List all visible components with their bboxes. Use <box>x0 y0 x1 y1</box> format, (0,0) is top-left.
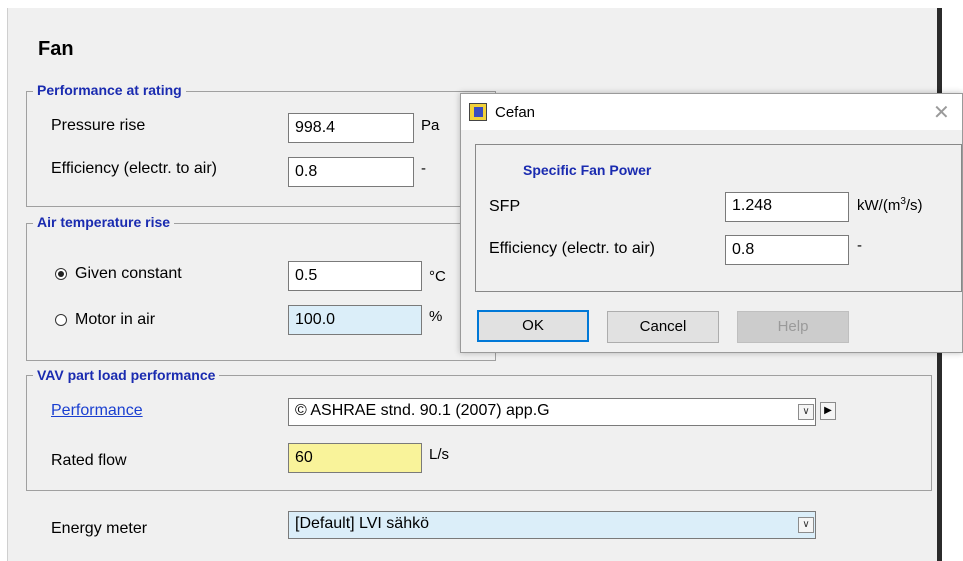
dialog-title: Cefan <box>495 104 536 121</box>
sfp-unit-end: /s) <box>905 197 923 214</box>
pressure-rise-input[interactable]: 998.4 <box>288 113 414 143</box>
ok-button[interactable]: OK <box>477 310 589 342</box>
rated-flow-unit: L/s <box>429 446 450 463</box>
pressure-rise-label: Pressure rise <box>51 117 146 134</box>
given-constant-unit: °C <box>429 268 446 285</box>
performance-link[interactable]: Performance <box>51 402 143 420</box>
panel-title: Fan <box>38 38 74 60</box>
dialog-efficiency-unit: - <box>857 237 862 254</box>
close-icon[interactable]: ✕ <box>933 100 950 125</box>
dialog-title-bar[interactable] <box>461 94 962 130</box>
chevron-down-icon[interactable]: ∨ <box>798 517 814 533</box>
performance-at-rating-legend: Performance at rating <box>33 82 186 98</box>
rated-flow-input[interactable]: 60 <box>288 443 422 473</box>
given-constant-input[interactable]: 0.5 <box>288 261 422 291</box>
sfp-label: SFP <box>489 198 521 215</box>
motor-in-air-label[interactable]: Motor in air <box>75 311 155 329</box>
performance-select[interactable]: © ASHRAE stnd. 90.1 (2007) app.G <box>288 398 816 426</box>
energy-meter-select-value: [Default] LVI sähkö <box>295 515 429 532</box>
air-temperature-rise-legend: Air temperature rise <box>33 214 175 230</box>
air-temperature-rise-group <box>26 223 496 361</box>
cancel-button[interactable]: Cancel <box>607 311 719 343</box>
efficiency-unit: - <box>421 160 426 177</box>
app-icon <box>469 103 487 121</box>
dialog-efficiency-input[interactable]: 0.8 <box>725 235 849 265</box>
energy-meter-select[interactable]: [Default] LVI sähkö <box>288 511 816 539</box>
play-arrow-icon[interactable]: ▶ <box>820 402 836 420</box>
pressure-rise-unit: Pa <box>421 117 440 134</box>
cefan-dialog: Cefan ✕ Specific Fan Power SFP 1.248 kW/… <box>460 93 963 353</box>
efficiency-input[interactable]: 0.8 <box>288 157 414 187</box>
motor-in-air-unit: % <box>429 308 443 325</box>
energy-meter-label: Energy meter <box>51 520 148 537</box>
performance-at-rating-group <box>26 91 496 207</box>
vav-part-load-group <box>26 375 932 491</box>
performance-select-value: © ASHRAE stnd. 90.1 (2007) app.G <box>295 402 550 419</box>
sfp-unit-base: kW/(m <box>857 197 901 214</box>
help-button: Help <box>737 311 849 343</box>
motor-in-air-input: 100.0 <box>288 305 422 335</box>
dialog-efficiency-label: Efficiency (electr. to air) <box>489 240 655 257</box>
sfp-unit: kW/(m3/s) <box>857 196 923 214</box>
given-constant-label[interactable]: Given constant <box>75 265 182 283</box>
vav-part-load-legend: VAV part load performance <box>33 367 220 383</box>
motor-in-air-radio[interactable] <box>55 314 67 326</box>
chevron-down-icon[interactable]: ∨ <box>798 404 814 420</box>
efficiency-label: Efficiency (electr. to air) <box>51 160 217 177</box>
rated-flow-label: Rated flow <box>51 452 127 469</box>
specific-fan-power-legend: Specific Fan Power <box>523 162 652 178</box>
sfp-input[interactable]: 1.248 <box>725 192 849 222</box>
given-constant-radio[interactable] <box>55 268 67 280</box>
